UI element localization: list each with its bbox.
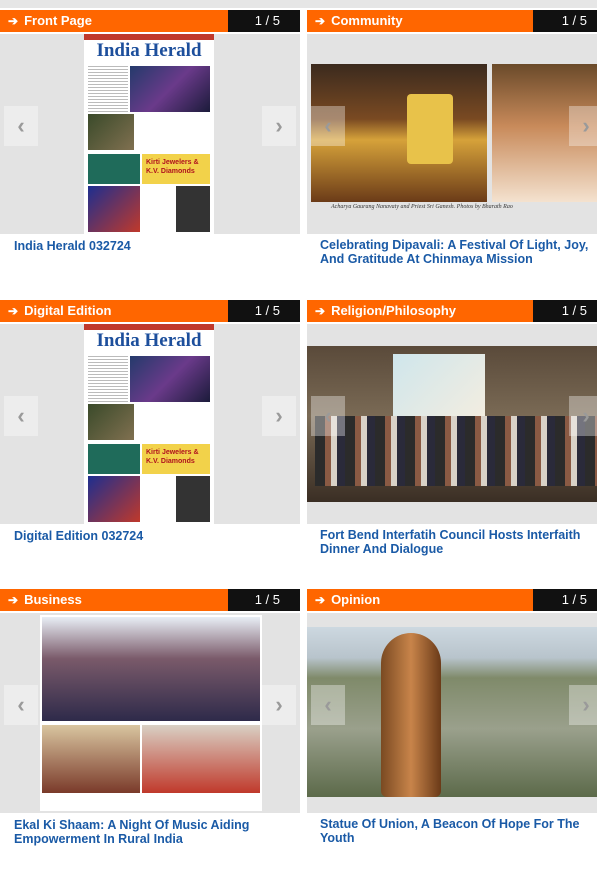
chevron-left-icon[interactable]: ‹ bbox=[4, 685, 38, 725]
card-community: ➔ Community 1 / 5 Acharya Gaurang Nanavat… bbox=[307, 10, 597, 290]
card-business: ➔ Business 1 / 5 ‹ › Ekal Ki Shaam: A Nig… bbox=[0, 589, 300, 869]
chevron-right-icon[interactable]: › bbox=[262, 685, 296, 725]
card-opinion: ➔ Opinion 1 / 5 ‹ › Statue Of Union, A Be… bbox=[307, 589, 597, 869]
slide-counter: 1 / 5 bbox=[254, 592, 280, 607]
chevron-right-icon[interactable]: › bbox=[262, 106, 296, 146]
category-tab[interactable]: ➔ Business bbox=[0, 589, 228, 611]
chevron-right-icon[interactable]: › bbox=[262, 396, 296, 436]
card-header: ➔ Business 1 / 5 bbox=[0, 589, 300, 611]
ad-text: Kirti Jewelers & K.V. Diamonds bbox=[142, 154, 210, 184]
card-header: ➔ Opinion 1 / 5 bbox=[307, 589, 597, 611]
slide-image[interactable]: India Herald Kirti Jewelers & K.V. Diamo… bbox=[0, 324, 300, 524]
category-tab[interactable]: ➔ Front Page bbox=[0, 10, 228, 32]
category-tab[interactable]: ➔ Religion/Philosophy bbox=[307, 300, 533, 322]
masthead: India Herald bbox=[96, 330, 202, 351]
newspaper-thumbnail: India Herald Kirti Jewelers & K.V. Diamo… bbox=[84, 324, 214, 524]
chevron-left-icon[interactable]: ‹ bbox=[311, 106, 345, 146]
masthead: India Herald bbox=[96, 40, 202, 61]
article-title-link[interactable]: Statue Of Union, A Beacon Of Hope For Th… bbox=[320, 817, 597, 845]
article-title-link[interactable]: Celebrating Dipavali: A Festival Of Ligh… bbox=[320, 238, 597, 266]
newspaper-thumbnail: India Herald Kirti Jewelers & K.V. Diamo… bbox=[84, 34, 214, 234]
arrow-right-icon: ➔ bbox=[8, 14, 19, 28]
arrow-right-icon: ➔ bbox=[315, 14, 326, 28]
card-header: ➔ Digital Edition 1 / 5 bbox=[0, 300, 300, 322]
arrow-right-icon: ➔ bbox=[315, 304, 326, 318]
category-label: Front Page bbox=[24, 13, 92, 28]
top-strip bbox=[0, 0, 597, 8]
photo-caption: Acharya Gaurang Nanavaty and Priest Sri … bbox=[331, 204, 513, 210]
slide-counter: 1 / 5 bbox=[254, 13, 280, 28]
slide-image[interactable]: ‹ › bbox=[0, 613, 300, 813]
chevron-right-icon[interactable]: › bbox=[569, 685, 597, 725]
slide-counter: 1 / 5 bbox=[561, 13, 587, 28]
card-front-page: ➔ Front Page 1 / 5 India Herald Kirti Jew… bbox=[0, 10, 300, 290]
slide-image[interactable]: ‹ › bbox=[307, 324, 597, 524]
hanuman-statue-photo bbox=[307, 627, 597, 797]
category-tab[interactable]: ➔ Opinion bbox=[307, 589, 533, 611]
chevron-left-icon[interactable]: ‹ bbox=[311, 685, 345, 725]
ad-text: Kirti Jewelers & K.V. Diamonds bbox=[142, 444, 210, 474]
category-tab[interactable]: ➔ Community bbox=[307, 10, 533, 32]
card-religion-philosophy: ➔ Religion/Philosophy 1 / 5 ‹ › Fort Bend… bbox=[307, 300, 597, 580]
article-title-link[interactable]: Fort Bend Interfatih Council Hosts Inter… bbox=[320, 528, 597, 556]
slide-counter: 1 / 5 bbox=[254, 303, 280, 318]
chevron-right-icon[interactable]: › bbox=[569, 396, 597, 436]
card-digital-edition: ➔ Digital Edition 1 / 5 India Herald Kirt… bbox=[0, 300, 300, 580]
category-label: Business bbox=[24, 592, 82, 607]
article-title-link[interactable]: India Herald 032724 bbox=[14, 239, 299, 253]
arrow-right-icon: ➔ bbox=[8, 593, 19, 607]
arrow-right-icon: ➔ bbox=[315, 593, 326, 607]
chevron-left-icon[interactable]: ‹ bbox=[311, 396, 345, 436]
slide-image[interactable]: Acharya Gaurang Nanavaty and Priest Sri … bbox=[307, 34, 597, 234]
arrow-right-icon: ➔ bbox=[8, 304, 19, 318]
slide-counter: 1 / 5 bbox=[561, 303, 587, 318]
article-title-link[interactable]: Ekal Ki Shaam: A Night Of Music Aiding E… bbox=[14, 818, 299, 846]
chevron-left-icon[interactable]: ‹ bbox=[4, 106, 38, 146]
category-label: Digital Edition bbox=[24, 303, 112, 318]
slide-image[interactable]: ‹ › bbox=[307, 613, 597, 813]
category-tab[interactable]: ➔ Digital Edition bbox=[0, 300, 228, 322]
slide-image[interactable]: India Herald Kirti Jewelers & K.V. Diamo… bbox=[0, 34, 300, 234]
chevron-right-icon[interactable]: › bbox=[569, 106, 597, 146]
card-header: ➔ Religion/Philosophy 1 / 5 bbox=[307, 300, 597, 322]
card-header: ➔ Community 1 / 5 bbox=[307, 10, 597, 32]
card-header: ➔ Front Page 1 / 5 bbox=[0, 10, 300, 32]
slide-counter: 1 / 5 bbox=[561, 592, 587, 607]
article-title-link[interactable]: Digital Edition 032724 bbox=[14, 529, 299, 543]
category-label: Opinion bbox=[331, 592, 381, 607]
category-label: Religion/Philosophy bbox=[331, 303, 457, 318]
chevron-left-icon[interactable]: ‹ bbox=[4, 396, 38, 436]
category-label: Community bbox=[331, 13, 403, 28]
